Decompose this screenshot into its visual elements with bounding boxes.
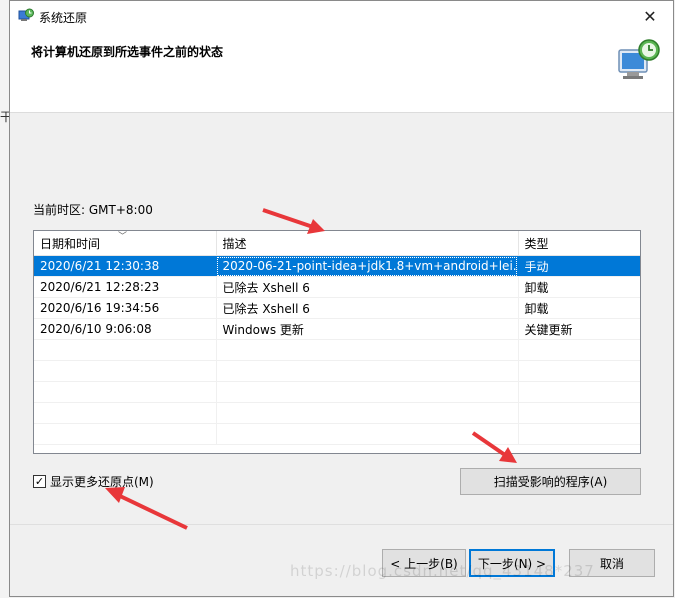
- empty-table-row: [34, 381, 640, 403]
- column-header-type[interactable]: 类型: [518, 231, 640, 256]
- empty-table-row: [34, 339, 640, 361]
- column-header-description-label: 描述: [222, 236, 247, 251]
- empty-cell: [216, 381, 519, 403]
- empty-cell: [216, 423, 519, 445]
- scan-affected-programs-button[interactable]: 扫描受影响的程序(A): [460, 468, 641, 495]
- empty-cell: [518, 402, 640, 424]
- empty-cell: [216, 360, 519, 382]
- show-more-checkbox[interactable]: ✓: [33, 475, 46, 488]
- close-icon: ✕: [643, 7, 657, 26]
- computer-restore-icon: [618, 39, 660, 79]
- cell-type: 手动: [518, 255, 640, 277]
- cancel-button-label: 取消: [599, 556, 624, 571]
- restore-points-list[interactable]: ﹀ 日期和时间 描述 类型 2020/6/21 12:30:38 2020-06-…: [33, 230, 641, 454]
- empty-cell: [34, 402, 217, 424]
- show-more-restore-points[interactable]: ✓ 显示更多还原点(M): [33, 473, 154, 490]
- empty-cell: [518, 381, 640, 403]
- empty-cell: [34, 339, 217, 361]
- cell-date: 2020/6/10 9:06:08: [34, 318, 217, 340]
- column-header-date[interactable]: ﹀ 日期和时间: [34, 231, 217, 256]
- scan-affected-programs-label: 扫描受影响的程序(A): [493, 475, 608, 489]
- table-row[interactable]: 2020/6/21 12:30:38 2020-06-21-point-idea+…: [34, 255, 640, 277]
- table-row[interactable]: 2020/6/21 12:28:23 已除去 Xshell 6 卸载: [34, 276, 640, 298]
- column-header-description[interactable]: 描述: [216, 231, 519, 256]
- empty-cell: [518, 339, 640, 361]
- empty-cell: [216, 402, 519, 424]
- empty-table-row: [34, 402, 640, 424]
- show-more-label[interactable]: 显示更多还原点(M): [50, 473, 154, 490]
- table-row[interactable]: 2020/6/16 19:34:56 已除去 Xshell 6 卸载: [34, 297, 640, 319]
- cell-desc: Windows 更新: [216, 318, 519, 340]
- wizard-header: 将计算机还原到所选事件之前的状态: [10, 32, 673, 113]
- cell-desc: 已除去 Xshell 6: [216, 297, 519, 319]
- empty-table-row: [34, 423, 640, 445]
- empty-cell: [34, 423, 217, 445]
- table-row[interactable]: 2020/6/10 9:06:08 Windows 更新 关键更新: [34, 318, 640, 340]
- cell-type: 卸载: [518, 276, 640, 298]
- empty-cell: [34, 360, 217, 382]
- cell-desc: 2020-06-21-point-idea+jdk1.8+vm+android+…: [216, 255, 519, 277]
- cell-date: 2020/6/21 12:30:38: [34, 255, 217, 277]
- empty-table-row: [34, 360, 640, 382]
- cell-date: 2020/6/21 12:28:23: [34, 276, 217, 298]
- watermark: https://blog.csdn.net/qq_43148*237: [290, 562, 595, 580]
- column-header-type-label: 类型: [524, 236, 549, 251]
- cell-desc: 已除去 Xshell 6: [216, 276, 519, 298]
- cell-type: 卸载: [518, 297, 640, 319]
- empty-cell: [34, 381, 217, 403]
- window-title: 系统还原: [39, 11, 88, 25]
- system-restore-window: 系统还原 ✕ 将计算机还原到所选事件之前的状态 当前时区: GMT+8:00 ﹀…: [9, 0, 674, 597]
- page-title: 将计算机还原到所选事件之前的状态: [31, 45, 224, 59]
- checkmark-icon: ✓: [34, 475, 45, 488]
- empty-cell: [518, 423, 640, 445]
- system-restore-icon: [18, 8, 34, 21]
- restore-points-table: ﹀ 日期和时间 描述 类型 2020/6/21 12:30:38 2020-06-…: [34, 231, 640, 445]
- empty-cell: [518, 360, 640, 382]
- title-bar[interactable]: 系统还原 ✕: [10, 1, 673, 32]
- cell-date: 2020/6/16 19:34:56: [34, 297, 217, 319]
- empty-cell: [216, 339, 519, 361]
- table-header-row: ﹀ 日期和时间 描述 类型: [34, 231, 640, 256]
- cell-type: 关键更新: [518, 318, 640, 340]
- sort-chevron-icon: ﹀: [118, 232, 128, 242]
- footer-divider: [10, 524, 673, 525]
- close-button[interactable]: ✕: [627, 1, 673, 32]
- timezone-label: 当前时区: GMT+8:00: [33, 203, 153, 217]
- column-header-date-label: 日期和时间: [40, 236, 101, 251]
